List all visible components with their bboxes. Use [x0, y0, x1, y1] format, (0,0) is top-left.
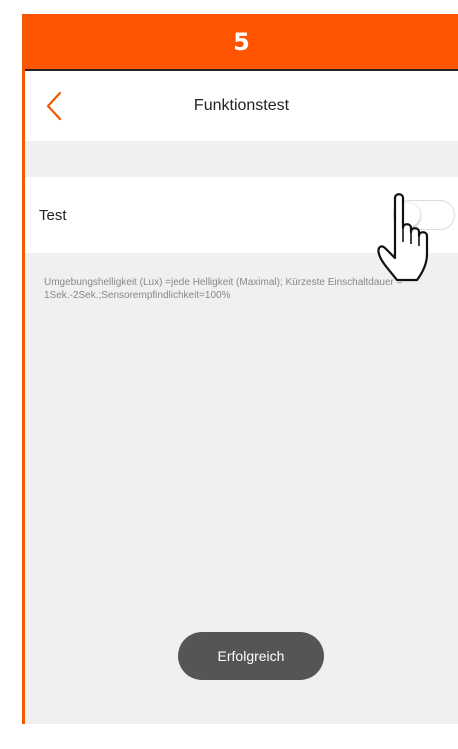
chevron-left-icon	[46, 91, 62, 121]
test-label: Test	[39, 206, 67, 224]
toast-text: Erfolgreich	[217, 648, 285, 664]
page-title: Funktionstest	[193, 97, 290, 114]
app-screen: 5 Funktionstest Test Umgebungshelligkeit…	[22, 14, 458, 724]
navigation-bar: Funktionstest	[25, 71, 458, 141]
section-spacer	[25, 141, 458, 177]
pointing-hand-icon	[377, 193, 429, 282]
step-number-banner: 5	[25, 14, 458, 71]
step-number: 5	[233, 27, 250, 56]
back-button[interactable]	[39, 89, 69, 123]
success-toast: Erfolgreich	[178, 632, 324, 680]
